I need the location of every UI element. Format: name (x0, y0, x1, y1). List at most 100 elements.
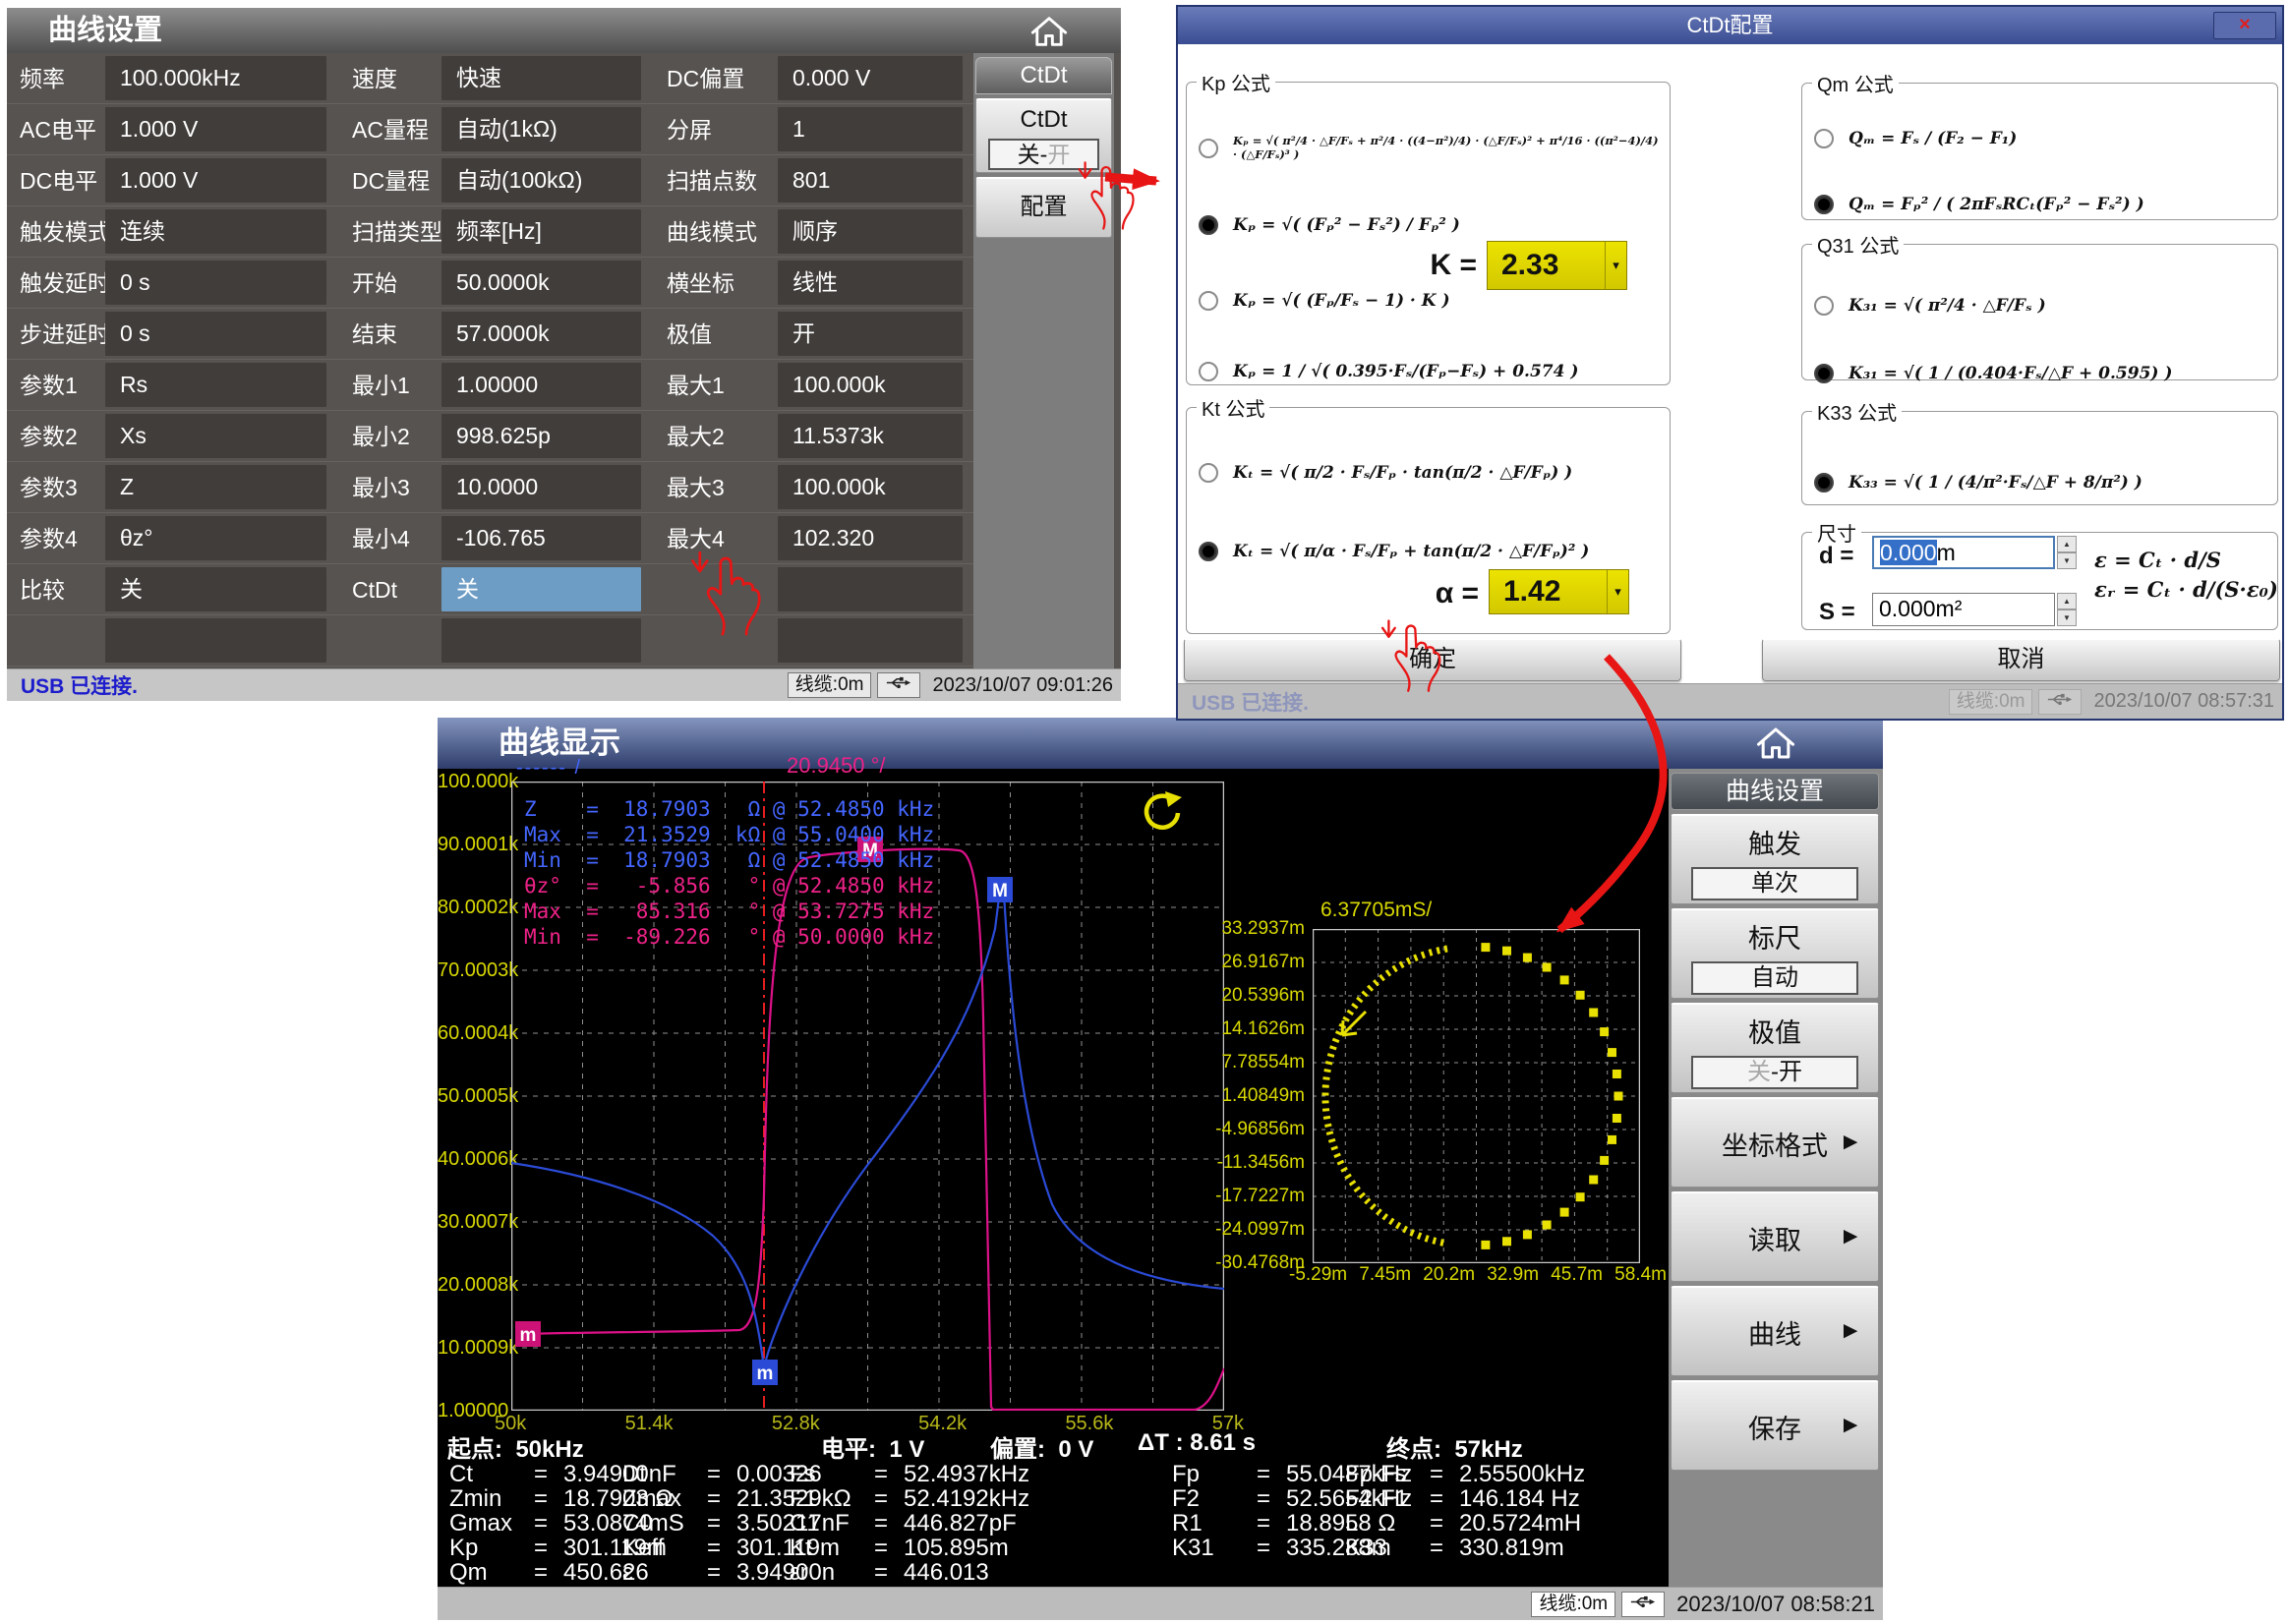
settings-cell[interactable]: 参数3 (7, 462, 105, 513)
settings-cell[interactable]: 结束 (339, 309, 441, 360)
settings-cell[interactable]: 关 (105, 564, 339, 615)
settings-cell[interactable] (654, 615, 778, 667)
settings-cell[interactable]: 参数4 (7, 513, 105, 564)
menu-toggle-button[interactable]: 标尺 自动 (1671, 908, 1879, 999)
settings-cell[interactable]: 100.000kHz (105, 53, 339, 104)
settings-cell[interactable]: 频率 (7, 53, 105, 104)
settings-cell[interactable]: 0.000 V (778, 53, 975, 104)
home-icon[interactable] (1029, 15, 1069, 48)
settings-cell[interactable]: 曲线模式 (654, 206, 778, 258)
settings-cell[interactable]: 102.320 (778, 513, 975, 564)
menu-action-button[interactable]: 读取 ► (1671, 1191, 1879, 1282)
settings-cell[interactable]: DC偏置 (654, 53, 778, 104)
settings-cell[interactable]: 10.0000 (441, 462, 654, 513)
settings-cell[interactable] (105, 615, 339, 667)
settings-cell[interactable]: Z (105, 462, 339, 513)
settings-cell[interactable]: 触发模式 (7, 206, 105, 258)
settings-cell[interactable] (778, 564, 975, 615)
settings-cell[interactable]: 100.000k (778, 462, 975, 513)
s-stepper[interactable]: ▲▼ (2057, 593, 2077, 626)
settings-cell[interactable]: 顺序 (778, 206, 975, 258)
radio-button[interactable] (1199, 291, 1218, 311)
settings-cell[interactable] (778, 615, 975, 667)
radio-button[interactable] (1199, 362, 1218, 381)
settings-cell[interactable]: 扫描点数 (654, 155, 778, 206)
settings-cell[interactable]: 998.625p (441, 411, 654, 462)
menu-action-button[interactable]: 保存 ► (1671, 1380, 1879, 1471)
settings-cell[interactable]: 100.000k (778, 360, 975, 411)
ok-button[interactable]: 确定 (1184, 638, 1681, 681)
chevron-down-icon[interactable]: ▾ (1607, 570, 1628, 613)
settings-cell[interactable]: 1 (778, 104, 975, 155)
radio-button[interactable] (1814, 296, 1834, 316)
settings-cell[interactable]: 速度 (339, 53, 441, 104)
settings-cell[interactable]: 开始 (339, 258, 441, 309)
settings-cell[interactable]: 连续 (105, 206, 339, 258)
settings-cell[interactable]: DC电平 (7, 155, 105, 206)
settings-cell[interactable]: 0 s (105, 309, 339, 360)
settings-cell[interactable]: 最大1 (654, 360, 778, 411)
settings-cell[interactable]: 比较 (7, 564, 105, 615)
settings-cell[interactable]: 最小3 (339, 462, 441, 513)
settings-cell[interactable]: 线性 (778, 258, 975, 309)
menu-action-button[interactable]: 坐标格式 ► (1671, 1097, 1879, 1188)
radio-button[interactable] (1814, 195, 1834, 214)
close-icon[interactable]: × (2213, 12, 2276, 39)
settings-cell[interactable]: 1.000 V (105, 104, 339, 155)
refresh-icon[interactable] (1138, 790, 1183, 836)
settings-cell[interactable]: 开 (778, 309, 975, 360)
settings-cell[interactable]: 关 (441, 564, 654, 615)
settings-cell[interactable]: 分屏 (654, 104, 778, 155)
settings-cell[interactable]: 扫描类型 (339, 206, 441, 258)
settings-cell[interactable]: 11.5373k (778, 411, 975, 462)
settings-cell[interactable]: Rs (105, 360, 339, 411)
settings-cell[interactable]: AC电平 (7, 104, 105, 155)
settings-cell[interactable]: 最小4 (339, 513, 441, 564)
settings-cell[interactable]: 57.0000k (441, 309, 654, 360)
d-stepper[interactable]: ▲▼ (2057, 536, 2077, 569)
k-value-combo[interactable]: 2.33▾ (1487, 241, 1627, 290)
menu-header-curve-settings[interactable]: 曲线设置 (1671, 773, 1879, 810)
settings-cell[interactable]: 50.0000k (441, 258, 654, 309)
menu-toggle-button[interactable]: 触发 单次 (1671, 814, 1879, 904)
radio-button[interactable] (1199, 542, 1218, 561)
menu-toggle-button[interactable]: 极值 关-开 (1671, 1003, 1879, 1093)
settings-cell[interactable]: 1.000 V (105, 155, 339, 206)
home-icon[interactable] (1755, 725, 1796, 761)
settings-cell[interactable]: 快速 (441, 53, 654, 104)
menu-tab-ctdt[interactable]: CtDt (975, 57, 1112, 94)
settings-cell[interactable]: 最大2 (654, 411, 778, 462)
settings-cell[interactable]: 横坐标 (654, 258, 778, 309)
settings-cell[interactable] (7, 615, 105, 667)
radio-button[interactable] (1814, 129, 1834, 148)
radio-button[interactable] (1199, 463, 1218, 483)
radio-button[interactable] (1814, 473, 1834, 493)
settings-cell[interactable] (441, 615, 654, 667)
radio-button[interactable] (1814, 364, 1834, 383)
s-input[interactable]: 0.000m² (1872, 593, 2055, 626)
settings-cell[interactable]: 最大4 (654, 513, 778, 564)
settings-cell[interactable]: 0 s (105, 258, 339, 309)
settings-cell[interactable]: Xs (105, 411, 339, 462)
settings-cell[interactable]: 极值 (654, 309, 778, 360)
settings-cell[interactable]: 自动(1kΩ) (441, 104, 654, 155)
settings-cell[interactable]: θz° (105, 513, 339, 564)
settings-cell[interactable]: -106.765 (441, 513, 654, 564)
ctdt-config-button[interactable]: 配置 (975, 177, 1112, 238)
menu-action-button[interactable]: 曲线 ► (1671, 1286, 1879, 1376)
settings-cell[interactable]: 最小1 (339, 360, 441, 411)
d-input[interactable]: 0.000m (1872, 536, 2055, 569)
settings-cell[interactable]: AC量程 (339, 104, 441, 155)
settings-cell[interactable]: DC量程 (339, 155, 441, 206)
settings-cell[interactable]: 最大3 (654, 462, 778, 513)
cancel-button[interactable]: 取消 (1762, 638, 2280, 681)
settings-cell[interactable]: 参数2 (7, 411, 105, 462)
settings-cell[interactable]: 步进延时 (7, 309, 105, 360)
settings-cell[interactable] (339, 615, 441, 667)
radio-button[interactable] (1199, 215, 1218, 235)
settings-cell[interactable]: 801 (778, 155, 975, 206)
settings-cell[interactable]: 参数1 (7, 360, 105, 411)
settings-cell[interactable]: 1.00000 (441, 360, 654, 411)
alpha-value-combo[interactable]: 1.42▾ (1489, 569, 1629, 614)
settings-cell[interactable]: 最小2 (339, 411, 441, 462)
